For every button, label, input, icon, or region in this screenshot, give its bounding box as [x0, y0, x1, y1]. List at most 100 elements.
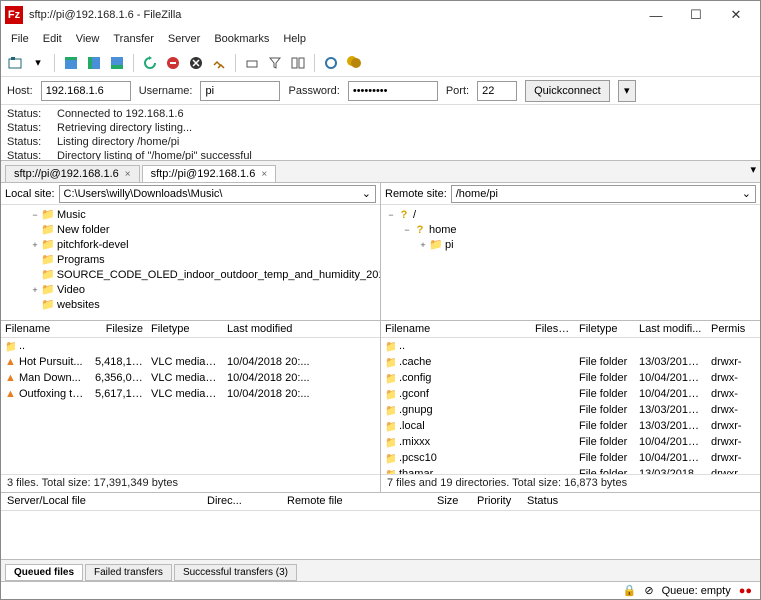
remote-file-list[interactable]: Filename Filesize Filetype Last modifi..…: [381, 321, 760, 474]
titlebar: Fz sftp://pi@192.168.1.6 - FileZilla — ☐…: [1, 1, 760, 29]
conn-tab-2[interactable]: sftp://pi@192.168.1.6×: [142, 165, 277, 182]
local-pane: Local site: C:\Users\willy\Downloads\Mus…: [1, 183, 381, 492]
media-icon: ▲: [1, 354, 15, 370]
menu-edit[interactable]: Edit: [37, 31, 68, 47]
menubar: File Edit View Transfer Server Bookmarks…: [1, 29, 760, 49]
username-label: Username:: [139, 85, 193, 97]
tab-failed-transfers[interactable]: Failed transfers: [85, 564, 172, 581]
filter-icon[interactable]: [265, 53, 285, 73]
queue-body[interactable]: [1, 511, 760, 559]
folder-icon: 📁: [381, 450, 395, 467]
close-icon[interactable]: ×: [125, 169, 131, 180]
refresh-icon[interactable]: [140, 53, 160, 73]
unknown-folder-icon: ?: [413, 224, 427, 236]
menu-help[interactable]: Help: [277, 31, 312, 47]
menu-transfer[interactable]: Transfer: [107, 31, 160, 47]
remote-tree[interactable]: −?/ −?home +📁pi: [381, 205, 760, 321]
tab-queued-files[interactable]: Queued files: [5, 564, 83, 581]
tabs-dropdown-icon[interactable]: ▾: [750, 163, 756, 176]
lock-icon[interactable]: 🔒: [623, 584, 637, 597]
tab-successful-transfers[interactable]: Successful transfers (3): [174, 564, 297, 581]
compare-icon[interactable]: [288, 53, 308, 73]
folder-icon: 📁: [41, 298, 55, 311]
remote-status: 7 files and 19 directories. Total size: …: [381, 474, 760, 492]
port-label: Port:: [446, 85, 469, 97]
folder-icon: 📁: [381, 386, 395, 403]
menu-bookmarks[interactable]: Bookmarks: [208, 31, 275, 47]
minimize-button[interactable]: —: [636, 2, 676, 28]
list-item: 📁.gconfFile folder10/04/2018...drwx-: [381, 386, 760, 402]
folder-icon: 📁: [1, 338, 15, 355]
queue-tabs: Queued files Failed transfers Successful…: [1, 559, 760, 581]
list-item: 📁..: [1, 338, 380, 354]
menu-server[interactable]: Server: [162, 31, 206, 47]
quickconnect-button[interactable]: Quickconnect: [525, 80, 610, 102]
maximize-button[interactable]: ☐: [676, 2, 716, 28]
local-tree[interactable]: −📁Music 📁New folder +📁pitchfork-devel 📁P…: [1, 205, 380, 321]
password-input[interactable]: [348, 81, 438, 101]
host-input[interactable]: [41, 81, 131, 101]
menu-view[interactable]: View: [70, 31, 106, 47]
status-bar: 🔒 ⊘ Queue: empty ●●: [1, 581, 760, 599]
list-item: 📁.pcsc10File folder10/04/2018...drwxr-: [381, 450, 760, 466]
list-item: 📁.gnupgFile folder13/03/2018...drwx-: [381, 402, 760, 418]
local-file-list[interactable]: Filename Filesize Filetype Last modified…: [1, 321, 380, 474]
dropdown-icon[interactable]: ▾: [28, 53, 48, 73]
toggle-log-icon[interactable]: [61, 53, 81, 73]
list-item: ▲Hot Pursuit...5,418,166VLC media f...10…: [1, 354, 380, 370]
disconnect-icon[interactable]: [209, 53, 229, 73]
queue-header: Server/Local file Direc... Remote file S…: [1, 493, 760, 511]
expand-icon[interactable]: +: [29, 285, 41, 295]
find-icon[interactable]: [344, 53, 364, 73]
list-item: 📁.localFile folder13/03/2018...drwxr-: [381, 418, 760, 434]
folder-icon: 📁: [41, 268, 55, 281]
port-input[interactable]: [477, 81, 517, 101]
status-dot-icon: ●●: [739, 585, 752, 597]
toggle-queue-icon[interactable]: [107, 53, 127, 73]
close-button[interactable]: ✕: [716, 2, 756, 28]
sitemanager-icon[interactable]: [5, 53, 25, 73]
list-item: ▲Man Down...6,356,062VLC media f...10/04…: [1, 370, 380, 386]
menu-file[interactable]: File: [5, 31, 35, 47]
collapse-icon[interactable]: −: [385, 210, 397, 220]
log-pane[interactable]: Status:Connected to 192.168.1.6 Status:R…: [1, 105, 760, 161]
remote-site-label: Remote site:: [385, 188, 447, 200]
local-path-combo[interactable]: C:\Users\willy\Downloads\Music\⌄: [59, 185, 376, 203]
chevron-down-icon[interactable]: ⌄: [362, 187, 371, 200]
list-item: 📁thamarFile folder13/03/2018drwxr: [381, 466, 760, 474]
unknown-folder-icon: ?: [397, 209, 411, 221]
quickconnect-bar: Host: Username: Password: Port: Quickcon…: [1, 77, 760, 105]
reconnect-icon[interactable]: [242, 53, 262, 73]
toolbar: ▾: [1, 49, 760, 77]
sync-icon[interactable]: [321, 53, 341, 73]
folder-icon: 📁: [41, 238, 55, 251]
folder-icon: 📁: [381, 418, 395, 435]
local-site-label: Local site:: [5, 188, 55, 200]
media-icon: ▲: [1, 386, 15, 402]
folder-icon: 📁: [41, 283, 55, 296]
collapse-icon[interactable]: −: [401, 225, 413, 235]
expand-icon[interactable]: +: [29, 240, 41, 250]
password-label: Password:: [288, 85, 339, 97]
conn-tab-1[interactable]: sftp://pi@192.168.1.6×: [5, 165, 140, 182]
expand-icon[interactable]: +: [417, 240, 429, 250]
connection-tabs: sftp://pi@192.168.1.6× sftp://pi@192.168…: [1, 161, 760, 183]
window-title: sftp://pi@192.168.1.6 - FileZilla: [29, 9, 636, 21]
folder-icon: 📁: [41, 223, 55, 236]
collapse-icon[interactable]: −: [29, 210, 41, 220]
list-item: 📁.mixxxFile folder10/04/2018...drwxr-: [381, 434, 760, 450]
process-queue-icon[interactable]: [163, 53, 183, 73]
cancel-icon[interactable]: [186, 53, 206, 73]
chevron-down-icon[interactable]: ⌄: [742, 187, 751, 200]
username-input[interactable]: [200, 81, 280, 101]
toggle-tree-icon[interactable]: [84, 53, 104, 73]
host-label: Host:: [7, 85, 33, 97]
close-icon[interactable]: ×: [261, 169, 267, 180]
remote-pane: Remote site: /home/pi⌄ −?/ −?home +📁pi F…: [381, 183, 760, 492]
list-item: ▲Outfoxing th...5,617,121VLC media f...1…: [1, 386, 380, 402]
folder-icon: 📁: [381, 354, 395, 371]
app-icon: Fz: [5, 6, 23, 24]
queue-status-icon: ⊘: [644, 584, 653, 597]
remote-path-combo[interactable]: /home/pi⌄: [451, 185, 756, 203]
quickconnect-dropdown[interactable]: ▾: [618, 80, 636, 102]
